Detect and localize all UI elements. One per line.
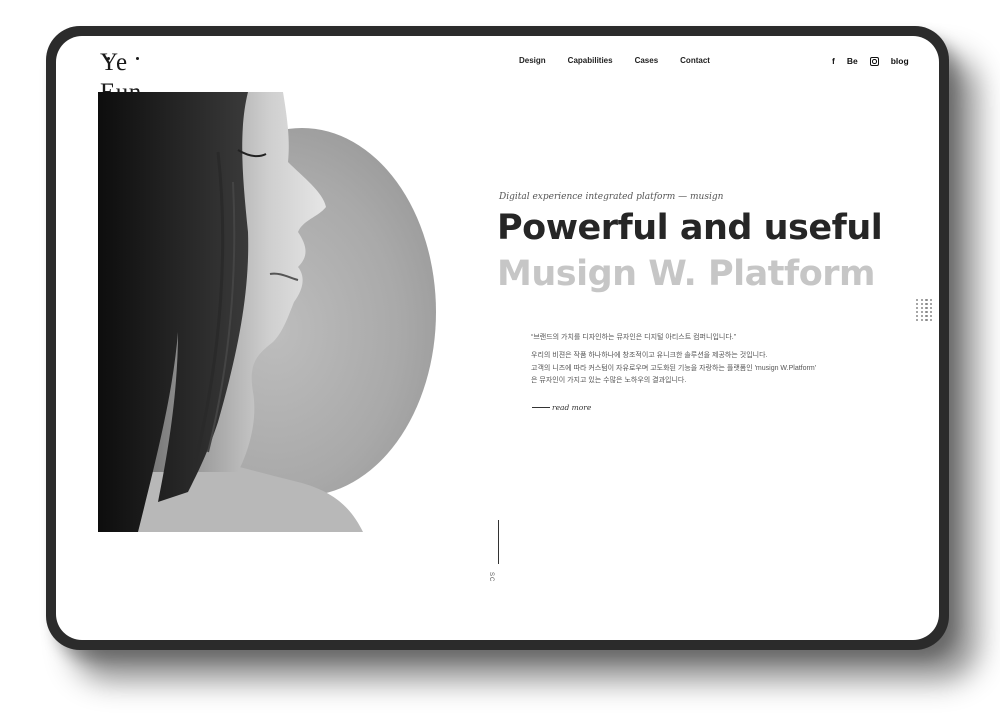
scroll-indicator-line [498, 520, 499, 564]
read-more-label: read more [552, 403, 592, 412]
description-line: 고객의 니즈에 따라 커스텀이 자유로우며 고도화된 기능을 자랑하는 플랫폼인… [531, 364, 816, 372]
instagram-link[interactable] [869, 56, 879, 66]
screen: Ye Eun Design Capabilities Cases Contact… [56, 36, 939, 640]
hero-description: 우리의 비젼은 작품 하나하나에 창조적이고 유니크한 솔루션을 제공하는 것입… [531, 350, 816, 388]
description-line: 우리의 비젼은 작품 하나하나에 창조적이고 유니크한 솔루션을 제공하는 것입… [531, 352, 768, 359]
hero-tagline: Digital experience integrated platform —… [499, 192, 724, 202]
portrait-illustration [98, 92, 363, 532]
hero-quote: “브랜드의 가치를 디자인하는 뮤자인은 디지털 아티스트 컴퍼니입니다.” [531, 334, 737, 341]
nav-cases[interactable]: Cases [635, 56, 659, 65]
social-links: f Be blog [832, 56, 921, 66]
nav-capabilities[interactable]: Capabilities [568, 56, 613, 65]
nav-contact[interactable]: Contact [680, 56, 710, 65]
behance-icon[interactable]: Be [847, 56, 858, 66]
instagram-icon [869, 56, 879, 66]
description-line: 은 뮤자인이 가지고 있는 수많은 노하우의 결과입니다. [531, 377, 687, 384]
nav-design[interactable]: Design [519, 56, 546, 65]
logo-dot [107, 57, 110, 60]
logo-dot [136, 57, 139, 60]
scroll-indicator-label: SC [488, 572, 494, 583]
hero-image [98, 92, 438, 532]
main-nav: Design Capabilities Cases Contact [519, 56, 732, 65]
hero-subheadline: Musign W. Platform [497, 254, 875, 294]
dot-grid-icon [916, 299, 933, 322]
blog-link[interactable]: blog [891, 56, 909, 66]
hero-headline: Powerful and useful [497, 208, 883, 248]
read-more-line [532, 407, 550, 408]
read-more-link[interactable]: read more [532, 403, 591, 412]
facebook-icon[interactable]: f [832, 56, 835, 66]
tablet-frame: Ye Eun Design Capabilities Cases Contact… [46, 26, 949, 650]
